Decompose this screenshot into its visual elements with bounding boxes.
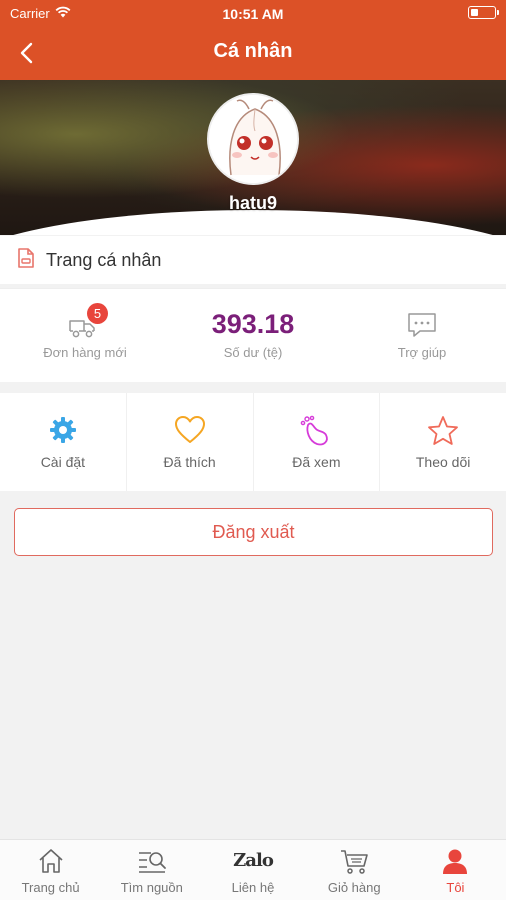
tab-cart-icon-wrap xyxy=(304,847,405,875)
status-time: 10:51 AM xyxy=(222,6,284,22)
balance-label: Số dư (tệ) xyxy=(223,345,283,360)
zalo-logo-icon: Zalo xyxy=(233,850,274,871)
help-button[interactable]: Trợ giúp xyxy=(357,289,487,383)
personal-page-row[interactable]: Trang cá nhân xyxy=(0,236,506,284)
settings-label: Cài đặt xyxy=(40,454,86,470)
tab-cart-label: Giỏ hàng xyxy=(327,880,381,895)
footprint-icon xyxy=(301,415,329,446)
profile-page-icon xyxy=(16,247,36,274)
avatar-mascot-icon xyxy=(209,95,297,183)
tab-home-label: Trang chủ xyxy=(21,880,80,895)
viewed-icon-wrap xyxy=(254,415,380,447)
help-icon-wrap xyxy=(357,311,487,341)
tab-contact-icon-wrap: Zalo xyxy=(202,847,303,875)
avatar[interactable] xyxy=(207,93,299,185)
new-orders-button[interactable]: 5 Đơn hàng mới xyxy=(20,289,150,383)
cart-icon xyxy=(341,850,369,874)
tab-home-icon-wrap xyxy=(0,847,101,875)
tab-contact-label: Liên hệ xyxy=(231,880,275,895)
tab-search-label: Tìm nguồn xyxy=(120,880,183,895)
logout-button[interactable]: Đăng xuất xyxy=(14,508,493,556)
following-button[interactable]: Theo dõi xyxy=(380,393,506,491)
bottom-tab-bar: Trang chủ Tìm nguồn Zalo Liên hệ Giỏ hàn… xyxy=(0,839,506,900)
tab-me-label: Tôi xyxy=(446,880,465,895)
settings-icon-wrap xyxy=(0,415,126,447)
status-bar: Carrier 10:51 AM xyxy=(0,0,506,28)
home-icon xyxy=(39,849,63,873)
following-label: Theo dõi xyxy=(415,454,471,470)
viewed-button[interactable]: Đã xem xyxy=(254,393,381,491)
gear-icon xyxy=(49,417,76,443)
new-orders-icon-box: 5 xyxy=(67,303,108,341)
tab-search-icon-wrap xyxy=(101,847,202,875)
quick-menu-grid: Cài đặt Đã thích Đã xem Theo dõi xyxy=(0,393,506,491)
tab-home[interactable]: Trang chủ xyxy=(0,840,101,900)
user-icon xyxy=(443,849,468,874)
balance-button[interactable]: 393.18 Số dư (tệ) xyxy=(178,289,328,383)
orders-badge: 5 xyxy=(87,303,108,324)
tab-cart[interactable]: Giỏ hàng xyxy=(304,840,405,900)
tab-me[interactable]: Tôi xyxy=(405,840,506,900)
following-icon-wrap xyxy=(380,415,506,447)
star-icon xyxy=(428,416,459,445)
tab-contact[interactable]: Zalo Liên hệ xyxy=(202,840,303,900)
battery-icon xyxy=(468,6,499,19)
tab-search[interactable]: Tìm nguồn xyxy=(101,840,202,900)
balance-value: 393.18 xyxy=(211,309,295,339)
tab-me-icon-wrap xyxy=(405,847,506,875)
personal-page-label: Trang cá nhân xyxy=(46,249,162,270)
new-orders-icon-wrap: 5 xyxy=(20,303,150,341)
chat-bubble-icon xyxy=(408,313,436,337)
stats-row: 5 Đơn hàng mới 393.18 Số dư (tệ) Trợ giú… xyxy=(0,288,506,382)
top-bar: Carrier 10:51 AM Cá nhân xyxy=(0,0,506,80)
settings-button[interactable]: Cài đặt xyxy=(0,393,127,491)
new-orders-label: Đơn hàng mới xyxy=(43,345,127,360)
username: hatu9 xyxy=(228,193,277,213)
viewed-label: Đã xem xyxy=(292,454,341,470)
page-title: Cá nhân xyxy=(213,40,293,62)
heart-icon xyxy=(174,416,205,443)
help-label: Trợ giúp xyxy=(397,345,447,360)
liked-label: Đã thích xyxy=(163,454,216,470)
liked-button[interactable]: Đã thích xyxy=(127,393,254,491)
liked-icon-wrap xyxy=(127,415,253,447)
search-list-icon xyxy=(138,852,166,873)
